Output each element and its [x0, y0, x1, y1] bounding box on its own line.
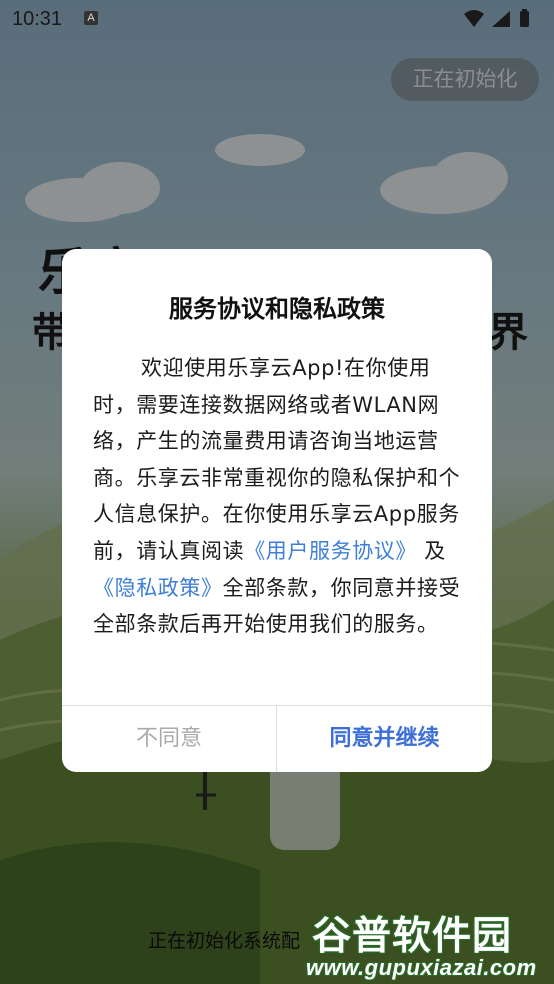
site-watermark: 谷普软件园 www.gupuxiazai.com [300, 905, 554, 984]
notification-icon: A [84, 11, 98, 25]
user-agreement-link[interactable]: 《用户服务协议》 [244, 539, 417, 563]
signal-icon [492, 11, 510, 27]
dialog-body-intro: 欢迎使用乐享云App!在你使用时，需要连接数据网络或者WLAN网络，产生的流量费… [93, 356, 461, 563]
dialog-body: 欢迎使用乐享云App!在你使用时，需要连接数据网络或者WLAN网络，产生的流量费… [93, 350, 465, 643]
status-icons [462, 8, 542, 35]
privacy-dialog: 服务协议和隐私政策 欢迎使用乐享云App!在你使用时，需要连接数据网络或者WLA… [62, 249, 492, 772]
watermark-url: www.gupuxiazai.com [306, 955, 537, 980]
watermark-title: 谷普软件园 [312, 914, 513, 959]
agree-continue-button[interactable]: 同意并继续 [277, 706, 492, 772]
disagree-button[interactable]: 不同意 [62, 706, 276, 772]
battery-icon [520, 9, 529, 27]
status-bar: 10:31 A [0, 0, 554, 38]
privacy-policy-link[interactable]: 《隐私政策》 [93, 576, 223, 600]
wifi-icon [464, 10, 484, 27]
dialog-title: 服务协议和隐私政策 [169, 295, 385, 323]
status-time: 10:31 [12, 8, 63, 30]
dialog-body-conjunction: 及 [417, 538, 446, 563]
